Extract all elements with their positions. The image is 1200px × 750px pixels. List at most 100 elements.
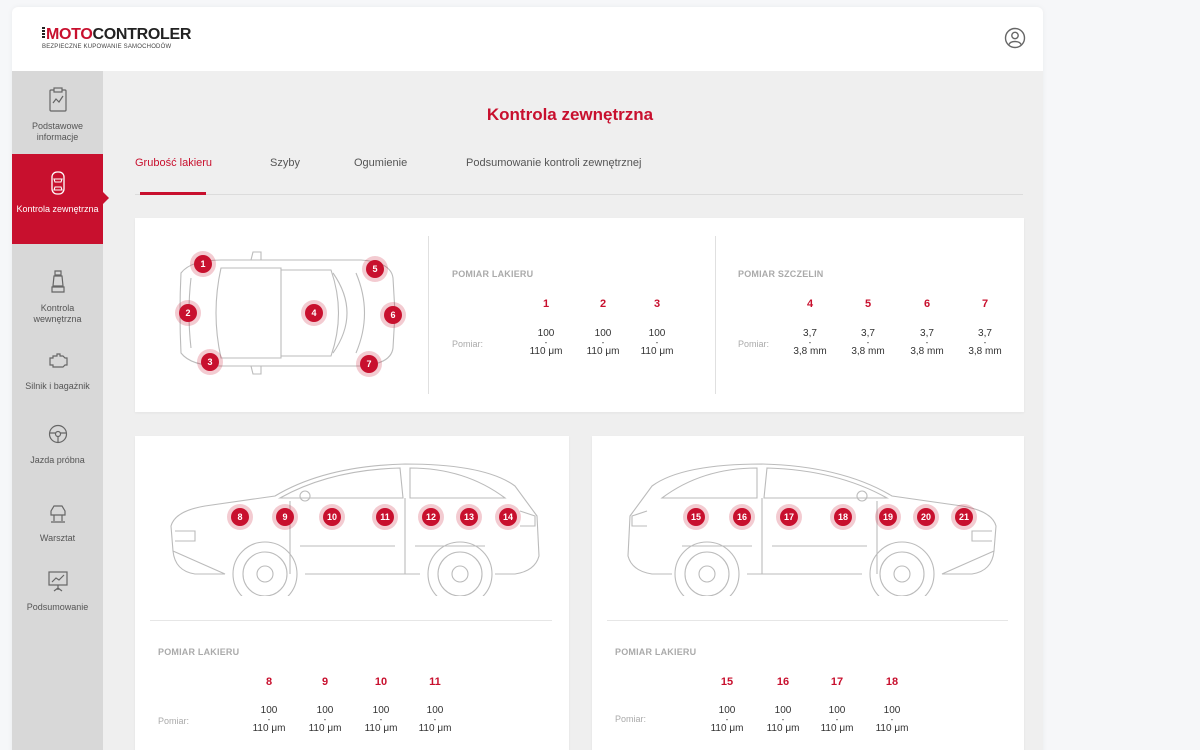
column-number: 15 — [720, 676, 734, 688]
measurement-marker[interactable]: 19 — [875, 504, 901, 530]
sidebar-item-label: Warsztat — [39, 533, 76, 543]
tab-ogumienie[interactable]: Ogumienie — [354, 157, 407, 169]
measurement-marker[interactable]: 1 — [190, 251, 216, 277]
logo-suffix: CONTROLER — [92, 26, 192, 43]
active-tab-indicator — [140, 192, 206, 195]
measurement-marker[interactable]: 11 — [372, 504, 398, 530]
sidebar-item-label: Silnik i bagażnik — [25, 381, 90, 391]
column-number: 2 — [599, 298, 607, 310]
measurement-marker[interactable]: 10 — [319, 504, 345, 530]
measurement-marker[interactable]: 3 — [197, 349, 223, 375]
measurement-marker[interactable]: 16 — [729, 504, 755, 530]
measurement-range: 100-110 μm — [364, 705, 398, 734]
sidebar-item-jazda-probna[interactable]: Jazda próbna — [12, 405, 103, 495]
section-label-pomiar-lakieru: POMIAR LAKIERU — [452, 269, 534, 279]
column-number: 9 — [321, 676, 329, 688]
main-content: Kontrola zewnętrzna Grubość lakieru Szyb… — [103, 71, 1043, 750]
car-top-icon — [51, 171, 65, 195]
column-number: 18 — [885, 676, 899, 688]
engine-icon — [49, 353, 68, 368]
tab-podsumowanie-kontroli[interactable]: Podsumowanie kontroli zewnętrznej — [466, 157, 641, 169]
measurement-range: 100-110 μm — [640, 328, 674, 357]
row-label-pomiar: Pomiar: — [452, 339, 484, 349]
sidebar-item-kontrola-wewnetrzna[interactable]: Kontrola wewnętrzna — [12, 253, 103, 343]
sidebar-item-kontrola-zewnetrzna[interactable]: Kontrola zewnętrzna — [12, 154, 109, 244]
column-number: 1 — [542, 298, 550, 310]
measurement-marker[interactable]: 17 — [776, 504, 802, 530]
measurement-range: 100-110 μm — [586, 328, 620, 357]
column-number: 5 — [864, 298, 872, 310]
column-number: 3 — [653, 298, 661, 310]
sidebar-item-label: Jazda próbna — [30, 455, 85, 465]
measurement-range: 100-110 μm — [308, 705, 342, 734]
column-number: 16 — [776, 676, 790, 688]
measurement-marker[interactable]: 20 — [913, 504, 939, 530]
car-seat-icon — [51, 270, 65, 293]
card-divider — [150, 620, 552, 621]
measurement-marker[interactable]: 9 — [272, 504, 298, 530]
logo[interactable]: MOTOCONTROLER BEZPIECZNE KUPOWANIE SAMOC… — [42, 27, 191, 50]
sidebar-item-label: Podstawowe informacje — [31, 121, 84, 142]
logo-bars-icon — [42, 27, 45, 38]
card-divider — [607, 620, 1008, 621]
section-label-pomiar-szczelin: POMIAR SZCZELIN — [738, 269, 824, 279]
section-divider — [428, 236, 429, 394]
sidebar-item-label: Kontrola wewnętrzna — [33, 303, 82, 324]
measurement-range: 100-110 μm — [529, 328, 563, 357]
row-label-pomiar: Pomiar: — [738, 339, 770, 349]
measurement-range: 100-110 μm — [710, 705, 744, 734]
section-label-pomiar-lakieru: POMIAR LAKIERU — [158, 647, 240, 657]
clipboard-icon — [49, 87, 67, 112]
user-circle-icon[interactable] — [1004, 27, 1026, 49]
measurement-range: 3,7-3,8 mm — [851, 328, 885, 357]
column-number: 17 — [830, 676, 844, 688]
car-lift-icon — [50, 505, 66, 523]
measurement-marker[interactable]: 5 — [362, 256, 388, 282]
measurement-marker[interactable]: 14 — [495, 504, 521, 530]
top-bar: MOTOCONTROLER BEZPIECZNE KUPOWANIE SAMOC… — [12, 7, 1043, 71]
column-number: 8 — [265, 676, 273, 688]
sidebar-item-label: Kontrola zewnętrzna — [16, 204, 99, 214]
measurement-range: 100-110 μm — [418, 705, 452, 734]
measurement-range: 3,7-3,8 mm — [793, 328, 827, 357]
row-label-pomiar: Pomiar: — [615, 714, 647, 724]
measurement-range: 3,7-3,8 mm — [968, 328, 1002, 357]
sidebar-item-podstawowe-informacje[interactable]: Podstawowe informacje — [12, 71, 103, 161]
column-number: 4 — [806, 298, 814, 310]
sidebar-item-label: Podsumowanie — [26, 602, 89, 612]
page-title: Kontrola zewnętrzna — [486, 105, 654, 124]
app-window: MOTOCONTROLER BEZPIECZNE KUPOWANIE SAMOC… — [12, 7, 1043, 750]
measurement-marker[interactable]: 4 — [301, 300, 327, 326]
steering-wheel-icon — [48, 424, 68, 444]
sidebar-item-podsumowanie[interactable]: Podsumowanie — [12, 552, 103, 642]
tab-szyby[interactable]: Szyby — [270, 157, 300, 169]
measurement-marker[interactable]: 12 — [418, 504, 444, 530]
logo-prefix: MOTO — [46, 26, 93, 43]
tab-grubosc-lakieru[interactable]: Grubość lakieru — [135, 157, 212, 169]
column-number: 6 — [923, 298, 931, 310]
measurement-range: 100-110 μm — [820, 705, 854, 734]
measurement-marker[interactable]: 21 — [951, 504, 977, 530]
measurement-marker[interactable]: 6 — [380, 302, 406, 328]
measurement-marker[interactable]: 2 — [175, 300, 201, 326]
measurement-marker[interactable]: 15 — [683, 504, 709, 530]
right-side-card: 15 16 17 18 19 20 21 POMIAR LAKIERU 15 1… — [592, 436, 1024, 750]
measurement-marker[interactable]: 8 — [227, 504, 253, 530]
car-right-side-diagram — [627, 463, 997, 596]
column-number: 7 — [981, 298, 989, 310]
section-label-pomiar-lakieru: POMIAR LAKIERU — [615, 647, 697, 657]
measurement-range: 100-110 μm — [252, 705, 286, 734]
measurement-marker[interactable]: 7 — [356, 351, 382, 377]
left-side-card: 8 9 10 11 12 13 14 POMIAR LAKIERU 8 9 10… — [135, 436, 569, 750]
measurement-marker[interactable]: 13 — [456, 504, 482, 530]
car-left-side-diagram — [170, 463, 540, 596]
column-number: 11 — [429, 676, 441, 688]
measurement-range: 100-110 μm — [875, 705, 909, 734]
measurement-range: 3,7-3,8 mm — [910, 328, 944, 357]
column-number: 10 — [374, 676, 388, 688]
sidebar: Podstawowe informacje Kontrola zewnętrzn… — [12, 71, 109, 750]
top-view-card: 1 2 3 4 5 6 7 POMIAR LAKIERU 1 2 3 Pomia… — [135, 218, 1024, 412]
logo-tagline: BEZPIECZNE KUPOWANIE SAMOCHODÓW — [42, 44, 172, 50]
tab-bar: Grubość lakieru Szyby Ogumienie Podsumow… — [135, 151, 1023, 195]
measurement-marker[interactable]: 18 — [830, 504, 856, 530]
